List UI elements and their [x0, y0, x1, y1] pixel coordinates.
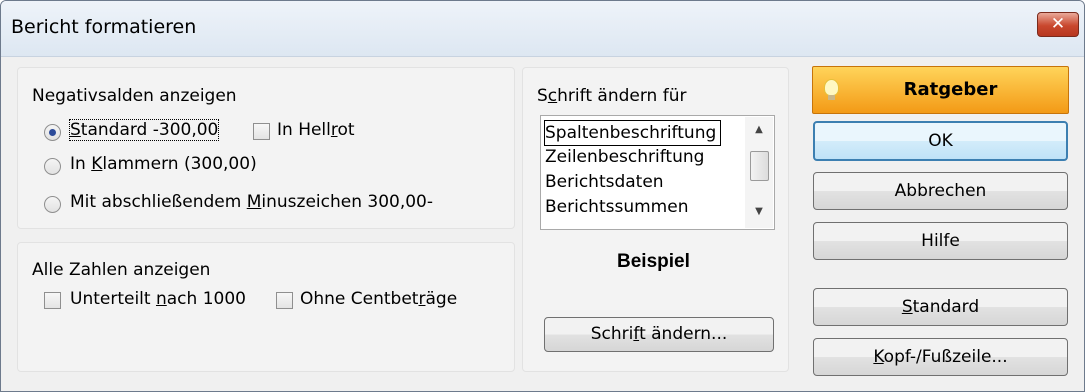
- list-item-berichtsdaten[interactable]: Berichtsdaten: [545, 170, 664, 194]
- radio-klammern-label[interactable]: In Klammern (300,00): [70, 154, 257, 174]
- radio-standard-label[interactable]: Standard -300,00: [68, 119, 220, 141]
- list-scrollbar[interactable]: ▲ ▼: [745, 117, 773, 228]
- access-key: r: [330, 120, 338, 140]
- label-part: Unterteilt: [70, 289, 156, 309]
- label-part: opf-/Fußzeile...: [883, 347, 1008, 367]
- title-bar[interactable]: Bericht formatieren ✕: [1, 1, 1084, 57]
- window-title: Bericht formatieren: [11, 16, 197, 38]
- access-key: K: [873, 347, 884, 367]
- font-sample: Beispiel: [617, 251, 690, 272]
- list-item-berichtssummen[interactable]: Berichtssummen: [545, 195, 688, 219]
- change-font-button[interactable]: Schrift ändern...: [544, 317, 774, 352]
- close-icon: ✕: [1050, 14, 1066, 34]
- label-part: äge: [425, 289, 458, 309]
- radio-standard[interactable]: [44, 124, 61, 141]
- label-part: t ändern...: [639, 324, 728, 344]
- help-label: Hilfe: [921, 231, 960, 251]
- radio-minuszeichen-label[interactable]: Mit abschließendem Minuszeichen 300,00-: [70, 192, 433, 212]
- checkbox-unterteilt-label[interactable]: Unterteilt nach 1000: [70, 289, 246, 309]
- label-part: In Hell: [277, 120, 331, 140]
- chevron-up-icon[interactable]: ▲: [745, 119, 773, 141]
- label-part: tandard: [912, 297, 980, 317]
- label-part: hrift ändern für: [557, 86, 687, 106]
- negative-balance-heading: Negativsalden anzeigen: [32, 86, 237, 106]
- chevron-down-icon[interactable]: ▼: [745, 201, 773, 223]
- label-part: tandard -300,00: [80, 120, 219, 140]
- standard-button[interactable]: Standard: [813, 288, 1068, 326]
- ratgeber-button[interactable]: Ratgeber: [812, 66, 1069, 114]
- label-part: Mit abschließendem: [70, 192, 247, 212]
- access-key: c: [547, 86, 558, 106]
- access-key: K: [91, 154, 103, 174]
- checkbox-hellrot[interactable]: [253, 123, 270, 140]
- radio-klammern[interactable]: [44, 158, 61, 175]
- cancel-button[interactable]: Abbrechen: [813, 172, 1068, 210]
- label-part: In: [70, 154, 92, 174]
- scrollbar-thumb[interactable]: [750, 151, 769, 181]
- ok-label: OK: [928, 131, 953, 151]
- dialog-window: Bericht formatieren ✕ Negativsalden anze…: [0, 0, 1085, 392]
- access-key: S: [70, 120, 81, 140]
- number-display-heading: Alle Zahlen anzeigen: [32, 260, 211, 280]
- ratgeber-label: Ratgeber: [903, 79, 998, 100]
- access-key: S: [901, 297, 913, 317]
- access-key: M: [246, 192, 262, 212]
- ok-button[interactable]: OK: [813, 121, 1068, 161]
- label-part: S: [537, 86, 548, 106]
- label-part: Ohne Centbet: [300, 289, 419, 309]
- checkbox-ohne-cent-label[interactable]: Ohne Centbeträge: [300, 289, 457, 309]
- close-button[interactable]: ✕: [1037, 12, 1079, 37]
- access-key: n: [155, 289, 167, 309]
- list-item-zeilenbeschriftung[interactable]: Zeilenbeschriftung: [545, 145, 704, 169]
- list-item-spaltenbeschriftung[interactable]: Spaltenbeschriftung: [543, 120, 722, 146]
- radio-minuszeichen[interactable]: [44, 196, 61, 213]
- label-part: Schri: [590, 324, 634, 344]
- label-part: ot: [337, 120, 355, 140]
- header-footer-button[interactable]: Kopf-/Fußzeile...: [813, 338, 1068, 376]
- help-button[interactable]: Hilfe: [813, 222, 1068, 260]
- checkbox-hellrot-label[interactable]: In Hellrot: [277, 120, 355, 140]
- checkbox-unterteilt[interactable]: [44, 292, 61, 309]
- checkbox-ohne-cent[interactable]: [276, 292, 293, 309]
- font-target-list[interactable]: Spaltenbeschriftung Zeilenbeschriftung B…: [540, 115, 775, 230]
- label-part: inuszeichen 300,00-: [261, 192, 434, 212]
- font-panel-heading: Schrift ändern für: [537, 86, 686, 106]
- cancel-label: Abbrechen: [894, 181, 987, 201]
- label-part: lammern (300,00): [102, 154, 257, 174]
- label-part: ach 1000: [166, 289, 246, 309]
